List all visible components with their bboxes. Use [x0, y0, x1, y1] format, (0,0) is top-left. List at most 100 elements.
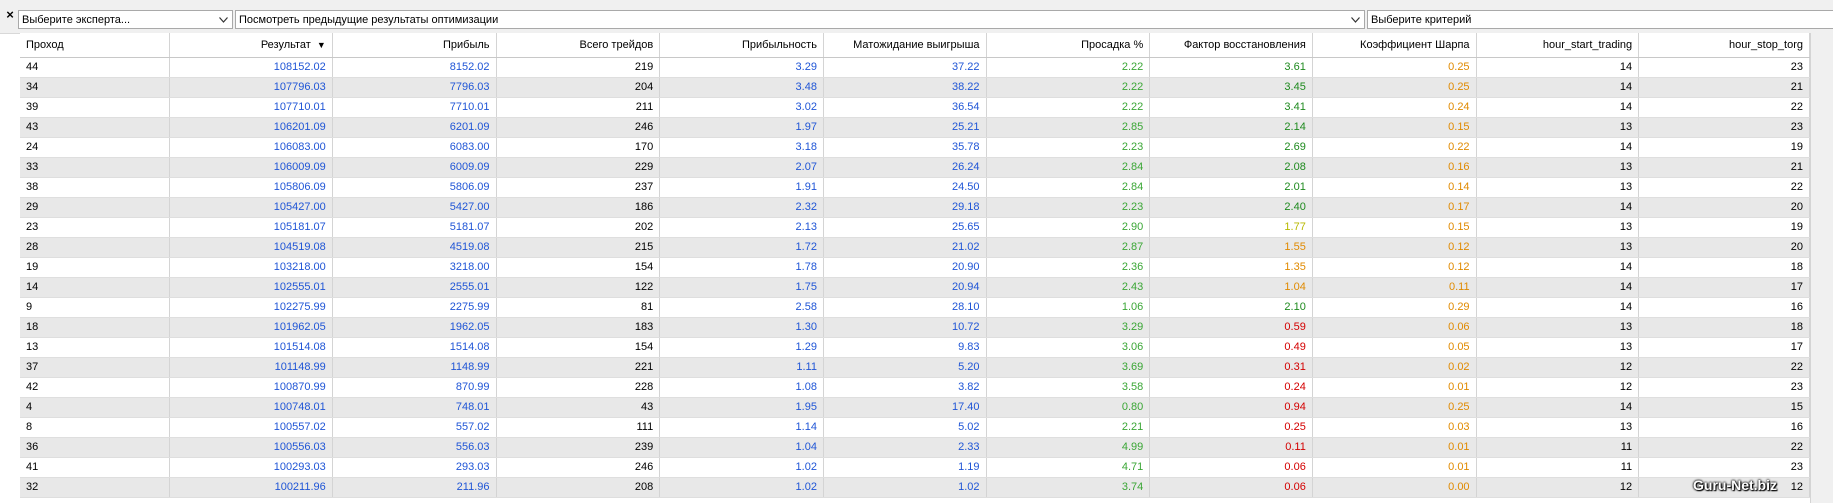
previous-results-select[interactable]: Посмотреть предыдущие результаты оптимиз…: [235, 10, 1365, 29]
cell-hour-stop-torg: 22: [1638, 437, 1810, 458]
table-row[interactable]: 28 104519.08 4519.08 215 1.72 21.02 2.87 1.55 0.…: [20, 237, 1810, 258]
cell-expected-payoff: 9.83: [823, 337, 987, 358]
table-row[interactable]: 39 107710.01 7710.01 211 3.02 36.54 2.22 3.41 0.…: [20, 97, 1810, 118]
cell-total-trades: 204: [496, 77, 661, 98]
cell-pass: 9: [20, 297, 171, 318]
column-header-profitability[interactable]: Прибыльность: [659, 33, 824, 58]
cell-drawdown: 3.58: [986, 377, 1151, 398]
cell-profitability: 1.04: [659, 437, 824, 458]
table-row[interactable]: 4 100748.01 748.01 43 1.95 17.40 0.80 0.94 0.25 1…: [20, 397, 1810, 418]
cell-profitability: 1.72: [659, 237, 824, 258]
cell-sharpe-ratio: 0.02: [1312, 357, 1477, 378]
cell-hour-stop-torg: 18: [1638, 257, 1810, 278]
cell-sharpe-ratio: 0.25: [1312, 77, 1477, 98]
watermark: Guru-Net.biz: [1693, 477, 1777, 493]
cell-profit: 211.96: [332, 477, 497, 498]
cell-sharpe-ratio: 0.25: [1312, 57, 1477, 78]
table-row[interactable]: 19 103218.00 3218.00 154 1.78 20.90 2.36 1.35 0.…: [20, 257, 1810, 278]
cell-profitability: 3.29: [659, 57, 824, 78]
cell-profitability: 1.08: [659, 377, 824, 398]
table-row[interactable]: 13 101514.08 1514.08 154 1.29 9.83 3.06 0.49 0.0…: [20, 337, 1810, 358]
cell-hour-start-trading: 14: [1476, 57, 1640, 78]
cell-profitability: 1.91: [659, 177, 824, 198]
table-row[interactable]: 32 100211.96 211.96 208 1.02 1.02 3.74 0.06 0.00…: [20, 477, 1810, 498]
cell-hour-start-trading: 11: [1476, 437, 1640, 458]
cell-profitability: 2.13: [659, 217, 824, 238]
column-header-drawdown[interactable]: Просадка %: [986, 33, 1151, 58]
table-row[interactable]: 33 106009.09 6009.09 229 2.07 26.24 2.84 2.08 0.…: [20, 157, 1810, 178]
cell-result: 106083.00: [169, 137, 333, 158]
cell-drawdown: 2.84: [986, 157, 1151, 178]
table-row[interactable]: 14 102555.01 2555.01 122 1.75 20.94 2.43 1.04 0.…: [20, 277, 1810, 298]
table-row[interactable]: 38 105806.09 5806.09 237 1.91 24.50 2.84 2.01 0.…: [20, 177, 1810, 198]
cell-expected-payoff: 25.21: [823, 117, 987, 138]
column-header-profit[interactable]: Прибыль: [332, 33, 497, 58]
column-header-hour-start-trading[interactable]: hour_start_trading: [1476, 33, 1640, 58]
cell-recovery-factor: 0.06: [1149, 477, 1313, 498]
column-header-expected-payoff[interactable]: Матожидание выигрыша: [823, 33, 987, 58]
column-header-pass[interactable]: Проход: [20, 33, 171, 58]
cell-profit: 5427.00: [332, 197, 497, 218]
cell-hour-start-trading: 13: [1476, 417, 1640, 438]
cell-expected-payoff: 1.02: [823, 477, 987, 498]
cell-sharpe-ratio: 0.01: [1312, 377, 1477, 398]
cell-pass: 44: [20, 57, 171, 78]
table-row[interactable]: 42 100870.99 870.99 228 1.08 3.82 3.58 0.24 0.01…: [20, 377, 1810, 398]
table-row[interactable]: 41 100293.03 293.03 246 1.02 1.19 4.71 0.06 0.01…: [20, 457, 1810, 478]
table-row[interactable]: 44 108152.02 8152.02 219 3.29 37.22 2.22 3.61 0.…: [20, 57, 1810, 78]
cell-drawdown: 2.23: [986, 197, 1151, 218]
close-icon[interactable]: ×: [2, 4, 18, 26]
cell-total-trades: 211: [496, 97, 661, 118]
cell-sharpe-ratio: 0.03: [1312, 417, 1477, 438]
cell-pass: 32: [20, 477, 171, 498]
cell-result: 102275.99: [169, 297, 333, 318]
cell-hour-stop-torg: 21: [1638, 77, 1810, 98]
cell-profitability: 1.14: [659, 417, 824, 438]
cell-drawdown: 3.69: [986, 357, 1151, 378]
criterion-select[interactable]: Выберите критерий: [1367, 10, 1833, 29]
column-header-hour-stop-torg[interactable]: hour_stop_torg: [1638, 33, 1810, 58]
cell-total-trades: 221: [496, 357, 661, 378]
cell-total-trades: 215: [496, 237, 661, 258]
table-row[interactable]: 29 105427.00 5427.00 186 2.32 29.18 2.23 2.40 0.…: [20, 197, 1810, 218]
cell-result: 107710.01: [169, 97, 333, 118]
cell-expected-payoff: 35.78: [823, 137, 987, 158]
cell-total-trades: 208: [496, 477, 661, 498]
cell-profit: 293.03: [332, 457, 497, 478]
cell-recovery-factor: 0.24: [1149, 377, 1313, 398]
cell-sharpe-ratio: 0.22: [1312, 137, 1477, 158]
column-header-recovery-factor[interactable]: Фактор восстановления: [1149, 33, 1313, 58]
table-row[interactable]: 34 107796.03 7796.03 204 3.48 38.22 2.22 3.45 0.…: [20, 77, 1810, 98]
cell-hour-start-trading: 13: [1476, 157, 1640, 178]
vertical-scrollbar[interactable]: [1810, 33, 1833, 503]
cell-profitability: 1.75: [659, 277, 824, 298]
table-row[interactable]: 36 100556.03 556.03 239 1.04 2.33 4.99 0.11 0.01…: [20, 437, 1810, 458]
cell-recovery-factor: 0.11: [1149, 437, 1313, 458]
cell-hour-stop-torg: 17: [1638, 277, 1810, 298]
cell-pass: 29: [20, 197, 171, 218]
table-row[interactable]: 18 101962.05 1962.05 183 1.30 10.72 3.29 0.59 0.…: [20, 317, 1810, 338]
table-row[interactable]: 8 100557.02 557.02 111 1.14 5.02 2.21 0.25 0.03 1…: [20, 417, 1810, 438]
expert-select[interactable]: Выберите эксперта...: [18, 10, 233, 29]
table-row[interactable]: 43 106201.09 6201.09 246 1.97 25.21 2.85 2.14 0.…: [20, 117, 1810, 138]
cell-result: 103218.00: [169, 257, 333, 278]
cell-drawdown: 2.90: [986, 217, 1151, 238]
cell-expected-payoff: 36.54: [823, 97, 987, 118]
column-header-result[interactable]: Результат ▼: [169, 33, 333, 58]
cell-profit: 8152.02: [332, 57, 497, 78]
cell-sharpe-ratio: 0.00: [1312, 477, 1477, 498]
table-row[interactable]: 24 106083.00 6083.00 170 3.18 35.78 2.23 2.69 0.…: [20, 137, 1810, 158]
cell-total-trades: 229: [496, 157, 661, 178]
cell-total-trades: 154: [496, 257, 661, 278]
cell-hour-start-trading: 12: [1476, 357, 1640, 378]
table-row[interactable]: 23 105181.07 5181.07 202 2.13 25.65 2.90 1.77 0.…: [20, 217, 1810, 238]
column-header-total-trades[interactable]: Всего трейдов: [496, 33, 661, 58]
cell-sharpe-ratio: 0.01: [1312, 457, 1477, 478]
chevron-down-icon: [1349, 13, 1361, 27]
chevron-down-icon: [217, 13, 229, 27]
cell-hour-stop-torg: 22: [1638, 357, 1810, 378]
column-header-sharpe-ratio[interactable]: Коэффициент Шарпа: [1312, 33, 1477, 58]
cell-recovery-factor: 1.55: [1149, 237, 1313, 258]
table-row[interactable]: 9 102275.99 2275.99 81 2.58 28.10 1.06 2.10 0.29…: [20, 297, 1810, 318]
table-row[interactable]: 37 101148.99 1148.99 221 1.11 5.20 3.69 0.31 0.0…: [20, 357, 1810, 378]
